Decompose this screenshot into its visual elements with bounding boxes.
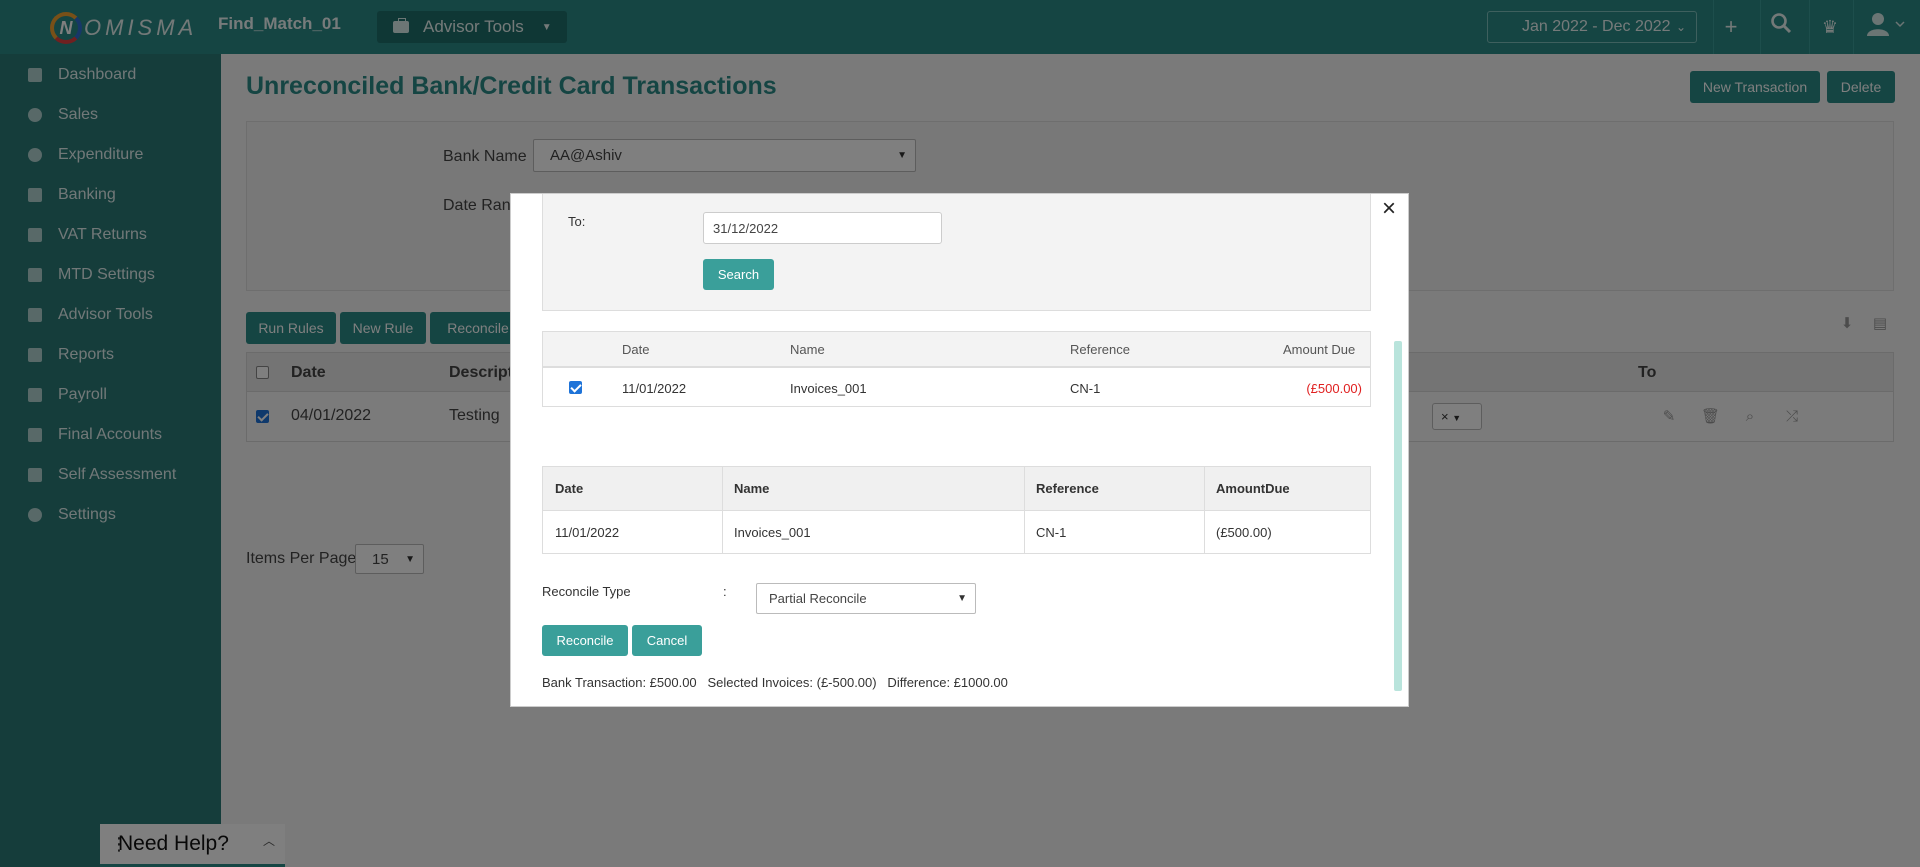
- close-icon[interactable]: ×: [1378, 197, 1400, 221]
- column-name: Name: [790, 342, 825, 357]
- column-date: Date: [555, 481, 584, 496]
- invoice-name: Invoices_001: [790, 381, 867, 396]
- to-date-label: To:: [568, 214, 586, 229]
- matching-invoices-table: Date Name Reference Amount Due 11/01/202…: [542, 331, 1371, 407]
- invoice-amount: (£500.00): [1306, 381, 1362, 396]
- invoice-date: 11/01/2022: [622, 381, 687, 396]
- column-divider: [1204, 467, 1205, 553]
- reconcile-type-label: Reconcile Type: [542, 584, 631, 599]
- cancel-button[interactable]: Cancel: [632, 625, 702, 656]
- to-date-input[interactable]: 31/12/2022: [703, 212, 942, 244]
- reconcile-type-value: Partial Reconcile: [769, 591, 867, 606]
- modal-scrollbar[interactable]: [1394, 341, 1402, 691]
- reconcile-summary: Bank Transaction: £500.00 Selected Invoi…: [542, 675, 1008, 690]
- search-panel: To: 31/12/2022 Search: [542, 194, 1371, 311]
- search-button[interactable]: Search: [703, 259, 774, 290]
- selected-header: Date Name Reference AmountDue: [543, 467, 1370, 510]
- column-date: Date: [622, 342, 650, 357]
- selected-name: Invoices_001: [734, 525, 811, 540]
- column-amount-due: Amount Due: [1283, 342, 1356, 357]
- invoice-reference: CN-1: [1070, 381, 1101, 396]
- column-divider: [722, 467, 723, 553]
- column-divider: [1024, 467, 1025, 553]
- reconcile-type-select[interactable]: Partial Reconcile ▼: [756, 583, 976, 614]
- find-match-modal: × To: 31/12/2022 Search Date Name Refere…: [510, 193, 1409, 707]
- column-amount-due: AmountDue: [1216, 481, 1290, 496]
- reconcile-submit-button[interactable]: Reconcile: [542, 625, 628, 656]
- selected-reference: CN-1: [1036, 525, 1067, 540]
- table-row: 11/01/2022 Invoices_001 CN-1 (£500.00): [543, 510, 1370, 553]
- reconcile-type-colon: :: [723, 584, 727, 599]
- table-row[interactable]: 11/01/2022 Invoices_001 CN-1 (£500.00): [543, 370, 1370, 406]
- chevron-down-icon: ▼: [957, 593, 967, 604]
- column-reference: Reference: [1036, 481, 1099, 496]
- selected-amount: (£500.00): [1216, 525, 1272, 540]
- column-name: Name: [734, 481, 770, 496]
- column-reference: Reference: [1070, 342, 1130, 357]
- results-header: Date Name Reference Amount Due: [543, 332, 1370, 368]
- selected-date: 11/01/2022: [555, 525, 620, 540]
- selected-invoices-table: Date Name Reference AmountDue 11/01/2022…: [542, 466, 1371, 554]
- invoice-checkbox[interactable]: [569, 381, 582, 394]
